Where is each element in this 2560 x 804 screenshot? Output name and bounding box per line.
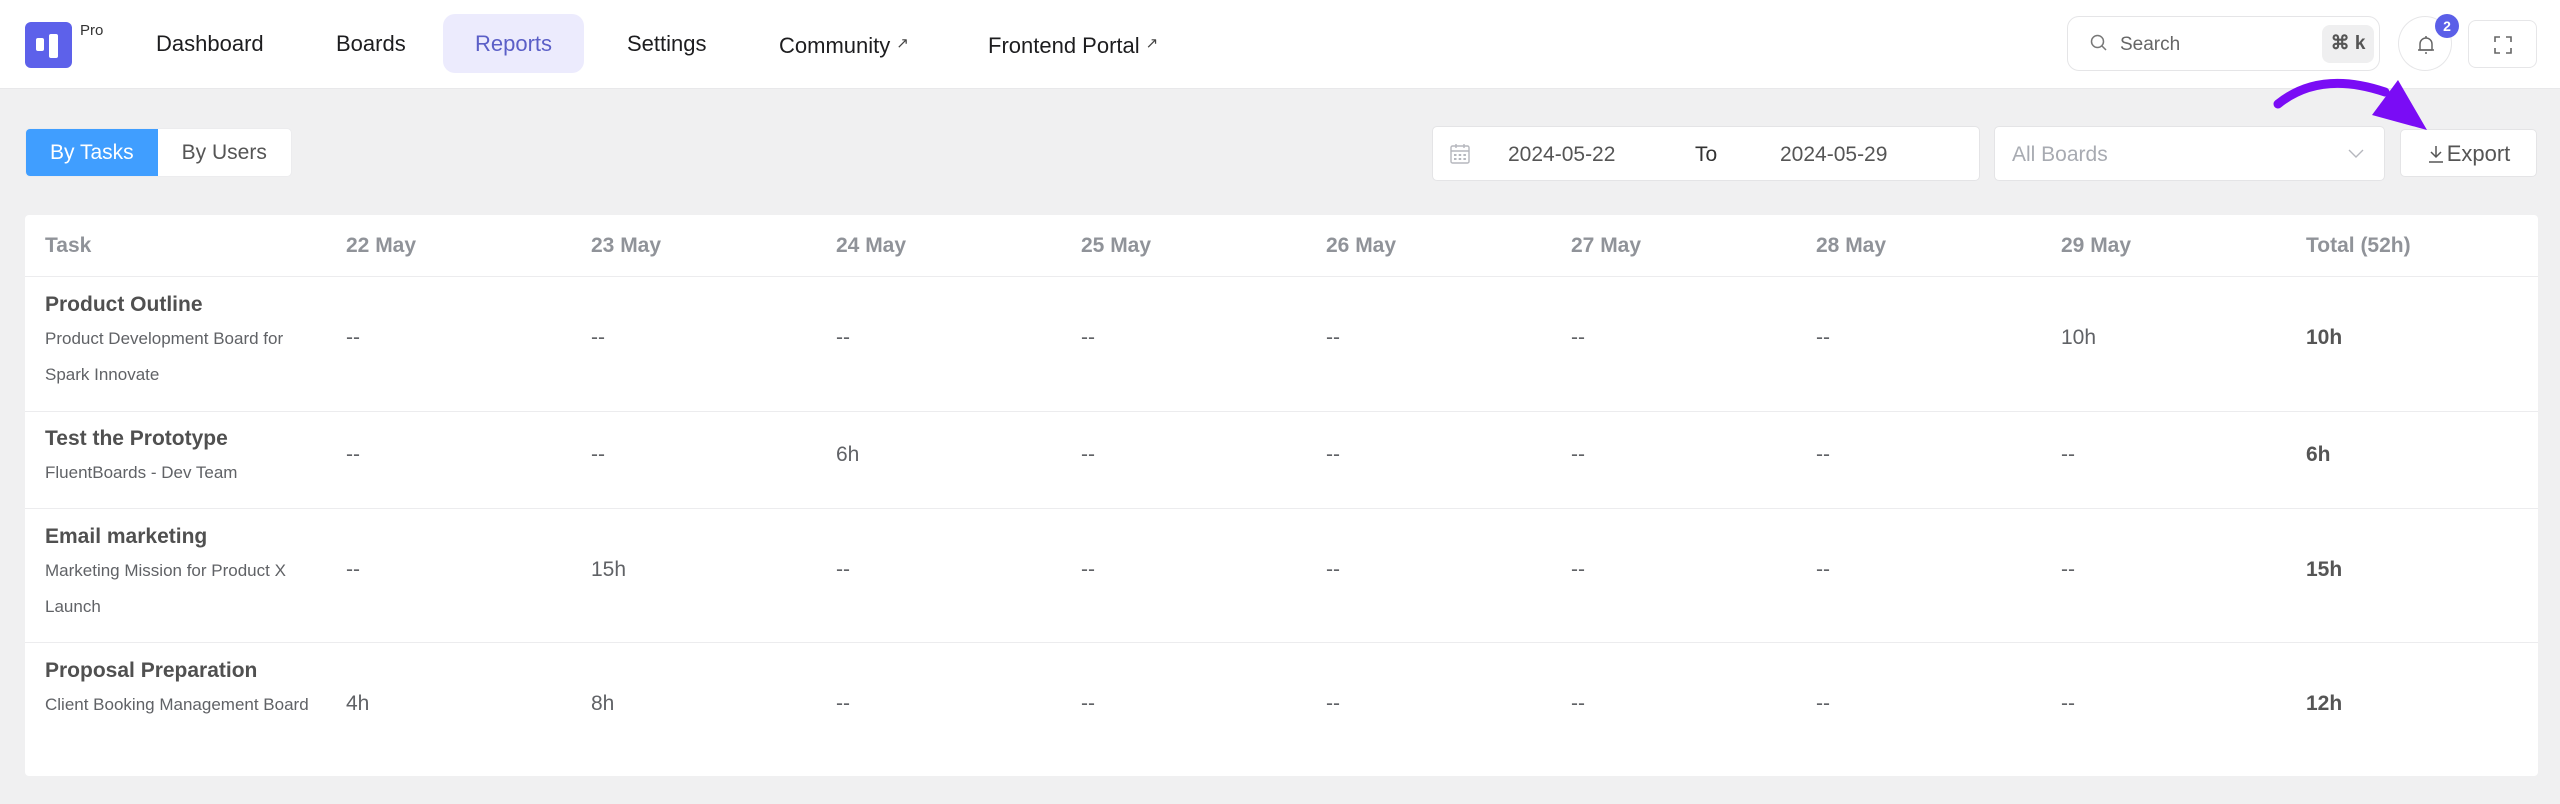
hours-cell: -- <box>1326 443 1340 466</box>
total-hours-cell: 15h <box>2306 558 2343 581</box>
bell-icon <box>2418 36 2434 54</box>
tab-by-users[interactable]: By Users <box>158 129 291 176</box>
nav-boards[interactable]: Boards <box>304 14 438 73</box>
task-title[interactable]: Email marketing <box>45 525 207 549</box>
fullscreen-icon <box>2494 36 2512 54</box>
task-title[interactable]: Product Outline <box>45 293 203 317</box>
hours-cell: -- <box>1816 326 1830 349</box>
hours-cell: -- <box>591 443 605 466</box>
hours-cell: 4h <box>346 692 370 715</box>
total-hours-cell: 6h <box>2306 443 2331 466</box>
hours-cell: -- <box>2061 692 2075 715</box>
column-header: 22 May <box>346 234 417 257</box>
date-range-picker[interactable]: 2024-05-22 To 2024-05-29 <box>1432 126 1980 181</box>
nav-community[interactable]: Community ↗ <box>747 14 941 73</box>
column-header: 25 May <box>1081 234 1152 257</box>
hours-cell: -- <box>2061 443 2075 466</box>
nav-label: Dashboard <box>156 31 264 56</box>
end-date-input[interactable]: 2024-05-29 <box>1780 127 1887 182</box>
hours-cell: -- <box>1326 326 1340 349</box>
column-header: Total (52h) <box>2306 234 2411 257</box>
task-title[interactable]: Proposal Preparation <box>45 659 257 683</box>
hours-cell: -- <box>1081 558 1095 581</box>
hours-cell: -- <box>1571 692 1585 715</box>
boards-select-placeholder: All Boards <box>2012 143 2108 166</box>
nav-settings[interactable]: Settings <box>595 14 739 73</box>
column-header: 24 May <box>836 234 907 257</box>
hours-cell: -- <box>346 326 360 349</box>
column-header: 28 May <box>1816 234 1887 257</box>
column-header: 29 May <box>2061 234 2132 257</box>
notification-count-badge: 2 <box>2435 14 2459 38</box>
top-navigation-bar: Pro Dashboard Boards Reports Settings Co… <box>0 0 2560 89</box>
hours-cell: -- <box>346 558 360 581</box>
time-report-table: Task 22 May 23 May 24 May 25 May 26 May … <box>25 215 2538 776</box>
search-icon <box>2090 34 2107 51</box>
search-shortcut: ⌘ k <box>2322 25 2374 63</box>
export-button[interactable]: Export <box>2400 129 2537 177</box>
column-header: 23 May <box>591 234 662 257</box>
nav-label: Community <box>779 33 891 58</box>
hours-cell: -- <box>1816 692 1830 715</box>
column-header: 26 May <box>1326 234 1397 257</box>
total-hours-cell: 10h <box>2306 326 2343 349</box>
hours-cell: 15h <box>591 558 627 581</box>
table-row: Product Outline Product Development Board… <box>25 277 2538 412</box>
total-hours-cell: 12h <box>2306 692 2343 715</box>
nav-reports[interactable]: Reports <box>443 14 585 73</box>
hours-cell: -- <box>1816 443 1830 466</box>
fullscreen-button[interactable] <box>2468 20 2537 68</box>
hours-cell: -- <box>1326 692 1340 715</box>
calendar-icon <box>1450 144 1470 164</box>
task-board-name: Marketing Mission for Product X Launch <box>45 561 286 616</box>
nav-dashboard[interactable]: Dashboard <box>124 14 296 73</box>
nav-label: Boards <box>336 31 406 56</box>
date-separator: To <box>1695 143 1718 166</box>
table-row: Email marketing Marketing Mission for Pro… <box>25 509 2538 643</box>
hours-cell: 10h <box>2061 326 2097 349</box>
hours-cell: 6h <box>836 443 860 466</box>
search-input[interactable]: Search ⌘ k <box>2067 16 2380 71</box>
download-icon <box>2428 146 2443 163</box>
task-title[interactable]: Test the Prototype <box>45 427 228 451</box>
hours-cell: -- <box>346 443 360 466</box>
column-header: 27 May <box>1571 234 1642 257</box>
nav-label: Reports <box>475 31 553 56</box>
hours-cell: -- <box>836 326 850 349</box>
hours-cell: 8h <box>591 692 615 715</box>
hours-cell: -- <box>1081 326 1095 349</box>
table-row: Proposal Preparation Client Booking Manag… <box>25 643 2538 776</box>
hours-cell: -- <box>836 692 850 715</box>
table-row: Test the Prototype FluentBoards - Dev Tea… <box>25 412 2538 509</box>
search-placeholder: Search <box>2120 34 2181 55</box>
pro-badge: Pro <box>80 22 104 39</box>
task-board-name: Product Development Board for Spark Inno… <box>45 329 284 384</box>
chevron-down-icon <box>2348 149 2364 158</box>
export-label: Export <box>2446 141 2511 166</box>
view-toggle: By Tasks By Users <box>25 128 292 177</box>
hours-cell: -- <box>1571 558 1585 581</box>
hours-cell: -- <box>1326 558 1340 581</box>
app-logo-icon[interactable] <box>25 22 72 68</box>
start-date-input[interactable]: 2024-05-22 <box>1508 127 1615 182</box>
external-link-icon: ↗ <box>896 35 909 52</box>
hours-cell: -- <box>1081 692 1095 715</box>
hours-cell: -- <box>836 558 850 581</box>
nav-frontend-portal[interactable]: Frontend Portal ↗ <box>956 14 1190 73</box>
hours-cell: -- <box>591 326 605 349</box>
table-header-row: Task 22 May 23 May 24 May 25 May 26 May … <box>25 215 2538 277</box>
hours-cell: -- <box>1081 443 1095 466</box>
nav-label: Frontend Portal <box>988 33 1140 58</box>
tab-by-tasks[interactable]: By Tasks <box>26 129 158 176</box>
column-header: Task <box>45 234 92 257</box>
hours-cell: -- <box>1816 558 1830 581</box>
nav-label: Settings <box>627 31 707 56</box>
boards-select[interactable]: All Boards <box>1994 126 2385 181</box>
hours-cell: -- <box>1571 326 1585 349</box>
external-link-icon: ↗ <box>1145 35 1159 52</box>
hours-cell: -- <box>2061 558 2075 581</box>
task-board-name: Client Booking Management Board <box>45 695 309 714</box>
task-board-name: FluentBoards - Dev Team <box>45 463 238 482</box>
hours-cell: -- <box>1571 443 1585 466</box>
